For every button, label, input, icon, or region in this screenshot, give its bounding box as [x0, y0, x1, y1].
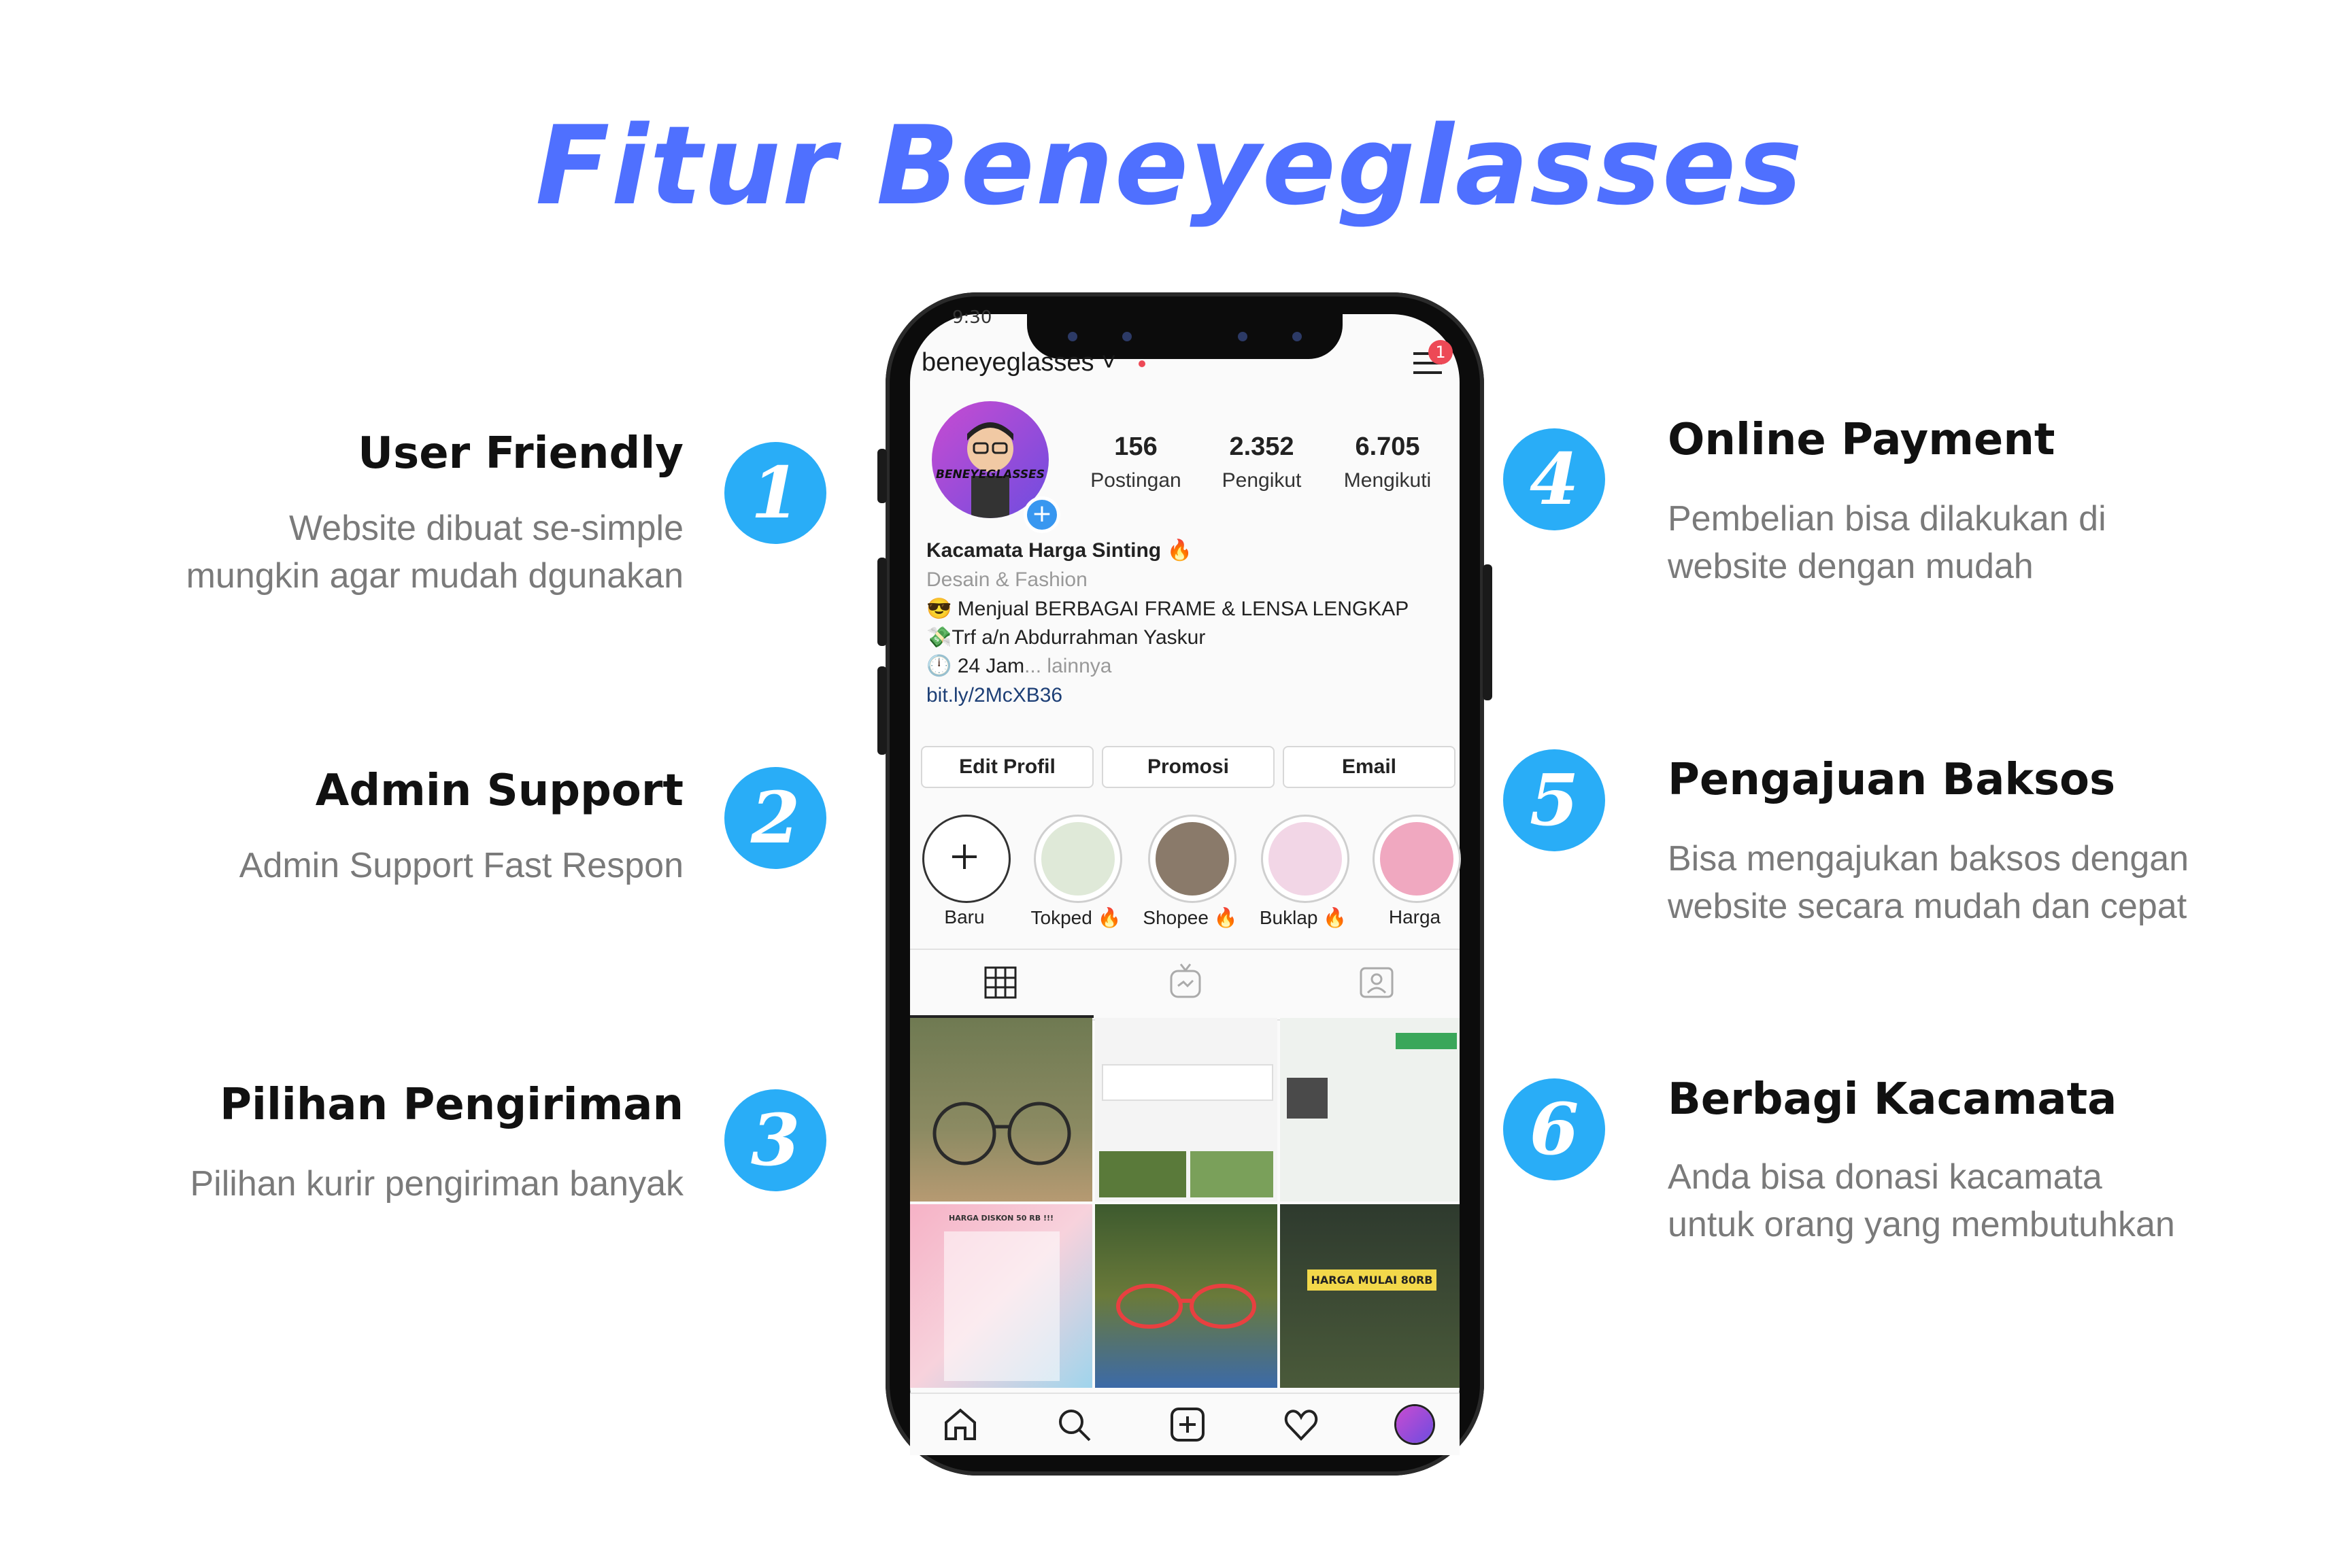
highlight-thumb: [1380, 822, 1453, 896]
post-thumbnail[interactable]: [1280, 1018, 1460, 1201]
home-icon[interactable]: [942, 1406, 979, 1443]
following-count[interactable]: 6.705: [1326, 432, 1449, 462]
camera-dot: [1292, 332, 1302, 341]
phone-side-button: [877, 449, 887, 503]
post-image-placeholder: [1102, 1064, 1273, 1101]
feature-title-2: Admin Support: [315, 766, 684, 816]
feature-desc-4a: Pembelian bisa dilakukan di: [1668, 499, 2106, 539]
igtv-icon[interactable]: [1168, 963, 1202, 1002]
bio-link[interactable]: bit.ly/2McXB36: [926, 684, 1062, 707]
highlight-thumb: [1268, 822, 1342, 896]
post-thumbnail[interactable]: HARGA DISKON 50 RB !!!: [910, 1204, 1092, 1388]
bio-line-3-main: 🕛 24 Jam: [926, 655, 1025, 677]
feature-title-3: Pilihan Pengiriman: [220, 1080, 684, 1130]
bio-line-3: 🕛 24 Jam... lainnya: [926, 654, 1112, 678]
followers-count[interactable]: 2.352: [1200, 432, 1323, 462]
camera-dot: [1068, 332, 1077, 341]
feature-desc-1b: mungkin agar mudah dgunakan: [186, 556, 684, 596]
bio-more-link[interactable]: ... lainnya: [1024, 655, 1111, 677]
post-image-thumb: [1287, 1078, 1328, 1119]
post-text: HARGA DISKON 50 RB !!!: [949, 1214, 1054, 1223]
phone-volume-up: [877, 558, 887, 646]
feature-desc-6b: untuk orang yang membutuhkan: [1668, 1205, 2175, 1244]
posts-label: Postingan: [1090, 469, 1181, 492]
feature-desc-3: Pilihan kurir pengiriman banyak: [190, 1164, 684, 1204]
highlight-label-buklap: Buklap 🔥: [1259, 907, 1347, 928]
post-button-green: [1396, 1033, 1457, 1049]
bio-line-2: 💸Trf a/n Abdurrahman Yaskur: [926, 626, 1206, 649]
number-badge-6: 6: [1503, 1078, 1605, 1180]
posts-count: 156: [1114, 432, 1158, 461]
highlight-shopee[interactable]: [1148, 815, 1236, 903]
followers-label[interactable]: Pengikut: [1200, 469, 1323, 492]
profile-username[interactable]: beneyeglasses ˅: [922, 348, 1116, 377]
highlight-thumb: [1156, 822, 1229, 896]
live-dot: [1139, 360, 1145, 367]
feature-desc-2: Admin Support Fast Respon: [239, 846, 684, 885]
post-thumbnail[interactable]: HARGA MULAI 80RB: [1280, 1204, 1460, 1388]
edit-profile-button[interactable]: Edit Profil: [921, 746, 1094, 788]
post-image-green: [1190, 1151, 1273, 1197]
number-badge-3: 3: [724, 1089, 826, 1191]
post-text-card: [944, 1231, 1060, 1381]
post-text: HARGA MULAI 80RB: [1307, 1269, 1436, 1291]
status-time: 9:30: [952, 307, 992, 328]
feature-desc-6a: Anda bisa donasi kacamata: [1668, 1157, 2102, 1197]
highlight-label-tokped: Tokped 🔥: [1030, 907, 1122, 928]
highlight-buklap[interactable]: [1261, 815, 1349, 903]
post-thumbnail[interactable]: [910, 1018, 1092, 1201]
add-icon[interactable]: [1169, 1406, 1206, 1443]
highlight-label-harga: Harga: [1388, 906, 1441, 927]
promote-button[interactable]: Promosi: [1102, 746, 1275, 788]
number-badge-1: 1: [724, 442, 826, 544]
feature-title-5: Pengajuan Baksos: [1668, 755, 2116, 805]
highlight-tokped[interactable]: [1034, 815, 1122, 903]
post-thumbnail[interactable]: [1095, 1018, 1277, 1201]
notification-badge: 1: [1428, 340, 1453, 364]
highlight-new[interactable]: [922, 815, 1011, 903]
heart-icon[interactable]: [1283, 1406, 1319, 1443]
feature-title-4: Online Payment: [1668, 415, 2055, 465]
number-badge-2: 2: [724, 767, 826, 869]
profile-icon[interactable]: [1396, 1406, 1433, 1443]
feature-desc-4b: website dengan mudah: [1668, 547, 2034, 586]
feature-desc-5a: Bisa mengajukan baksos dengan: [1668, 839, 2189, 879]
avatar-text: BENEYEGLASSES: [935, 468, 1045, 481]
phone-volume-down: [877, 666, 887, 755]
highlight-harga[interactable]: [1373, 815, 1461, 903]
grid-icon[interactable]: [983, 966, 1017, 1002]
following-label[interactable]: Mengikuti: [1326, 469, 1449, 492]
highlight-label-shopee: Shopee 🔥: [1143, 907, 1238, 928]
search-icon[interactable]: [1056, 1406, 1092, 1443]
bio-category: Desain & Fashion: [926, 568, 1088, 591]
number-badge-4: 4: [1503, 428, 1605, 530]
email-button[interactable]: Email: [1283, 746, 1455, 788]
bio-name: Kacamata Harga Sinting 🔥: [926, 539, 1192, 562]
number-badge-5: 5: [1503, 749, 1605, 851]
glasses-icon: [1116, 1284, 1256, 1329]
feature-title-6: Berbagi Kacamata: [1668, 1074, 2117, 1125]
feature-desc-5b: website secara mudah dan cepat: [1668, 887, 2187, 926]
post-image-green: [1099, 1151, 1186, 1197]
phone-power-button: [1483, 564, 1492, 700]
sensor-dot: [1122, 332, 1132, 341]
tagged-icon[interactable]: [1359, 964, 1394, 1002]
feature-desc-1a: Website dibuat se-simple: [289, 509, 684, 548]
sensor-dot: [1238, 332, 1247, 341]
post-thumbnail[interactable]: [1095, 1204, 1277, 1388]
page-title: Fitur Beneyeglasses: [535, 102, 1804, 229]
bio-line-1: 😎 Menjual BERBAGAI FRAME & LENSA LENGKAP: [926, 598, 1409, 620]
highlight-thumb: [1041, 822, 1115, 896]
plus-icon: [952, 845, 977, 869]
glasses-icon: [932, 1102, 1071, 1165]
highlight-label-new: Baru: [944, 906, 985, 927]
feature-title-1: User Friendly: [358, 428, 684, 479]
add-story-icon[interactable]: +: [1024, 496, 1060, 533]
